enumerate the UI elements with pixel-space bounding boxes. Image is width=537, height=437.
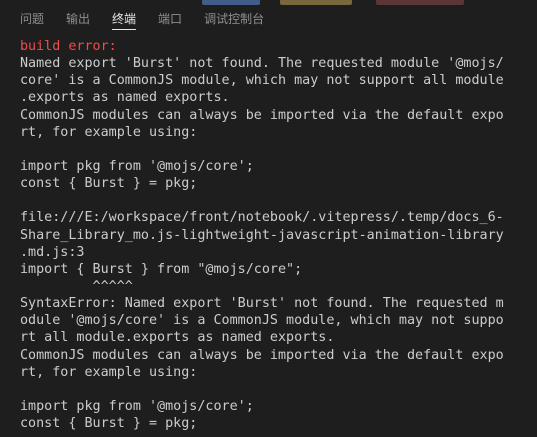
tab-ports[interactable]: 端口: [158, 0, 182, 38]
tab-terminal[interactable]: 终端: [112, 0, 137, 38]
terminal-line: SyntaxError: Named export 'Burst' not fo…: [20, 296, 504, 312]
clipped-text-fragment: [280, 0, 352, 5]
terminal-line: import pkg from '@mojs/core';: [20, 398, 254, 414]
terminal-line: core' is a CommonJS module, which may no…: [20, 73, 504, 89]
terminal-line: import { Burst } from "@mojs/core";: [20, 261, 303, 277]
tab-output[interactable]: 输出: [66, 0, 90, 38]
terminal-line: .exports as named exports.: [20, 90, 230, 106]
terminal-line: const { Burst } = pkg;: [20, 176, 198, 192]
terminal-line: rt all module.exports as named exports.: [20, 330, 335, 346]
terminal-output[interactable]: build error: Named export 'Burst' not fo…: [0, 38, 537, 437]
clipped-text-fragment: [376, 0, 464, 5]
terminal-line: file:///E:/workspace/front/notebook/.vit…: [20, 210, 504, 226]
terminal-line: odule '@mojs/core' is a CommonJS module,…: [20, 313, 504, 329]
tab-debug-console[interactable]: 调试控制台: [204, 0, 264, 38]
terminal-line: ^^^^^: [20, 278, 133, 294]
terminal-line: rt, for example using:: [20, 364, 198, 380]
tab-problems[interactable]: 问题: [20, 0, 44, 38]
terminal-line: build error:: [20, 39, 117, 54]
terminal-line: CommonJS modules can always be imported …: [20, 107, 504, 123]
terminal-line: .md.js:3: [20, 244, 85, 260]
terminal-line: rt, for example using:: [20, 124, 198, 140]
terminal-line: CommonJS modules can always be imported …: [20, 347, 504, 363]
panel-tabs: 问题 输出 终端 端口 调试控制台: [0, 0, 286, 38]
panel-tab-bar: 问题 输出 终端 端口 调试控制台: [0, 0, 537, 38]
terminal-line: Named export 'Burst' not found. The requ…: [20, 56, 504, 72]
terminal-line: const { Burst } = pkg;: [20, 416, 198, 432]
terminal-line: Share_Library_mo.js-lightweight-javascri…: [20, 227, 504, 243]
terminal-panel: 问题 输出 终端 端口 调试控制台 build error: Named exp…: [0, 0, 537, 437]
terminal-line: import pkg from '@mojs/core';: [20, 158, 254, 174]
